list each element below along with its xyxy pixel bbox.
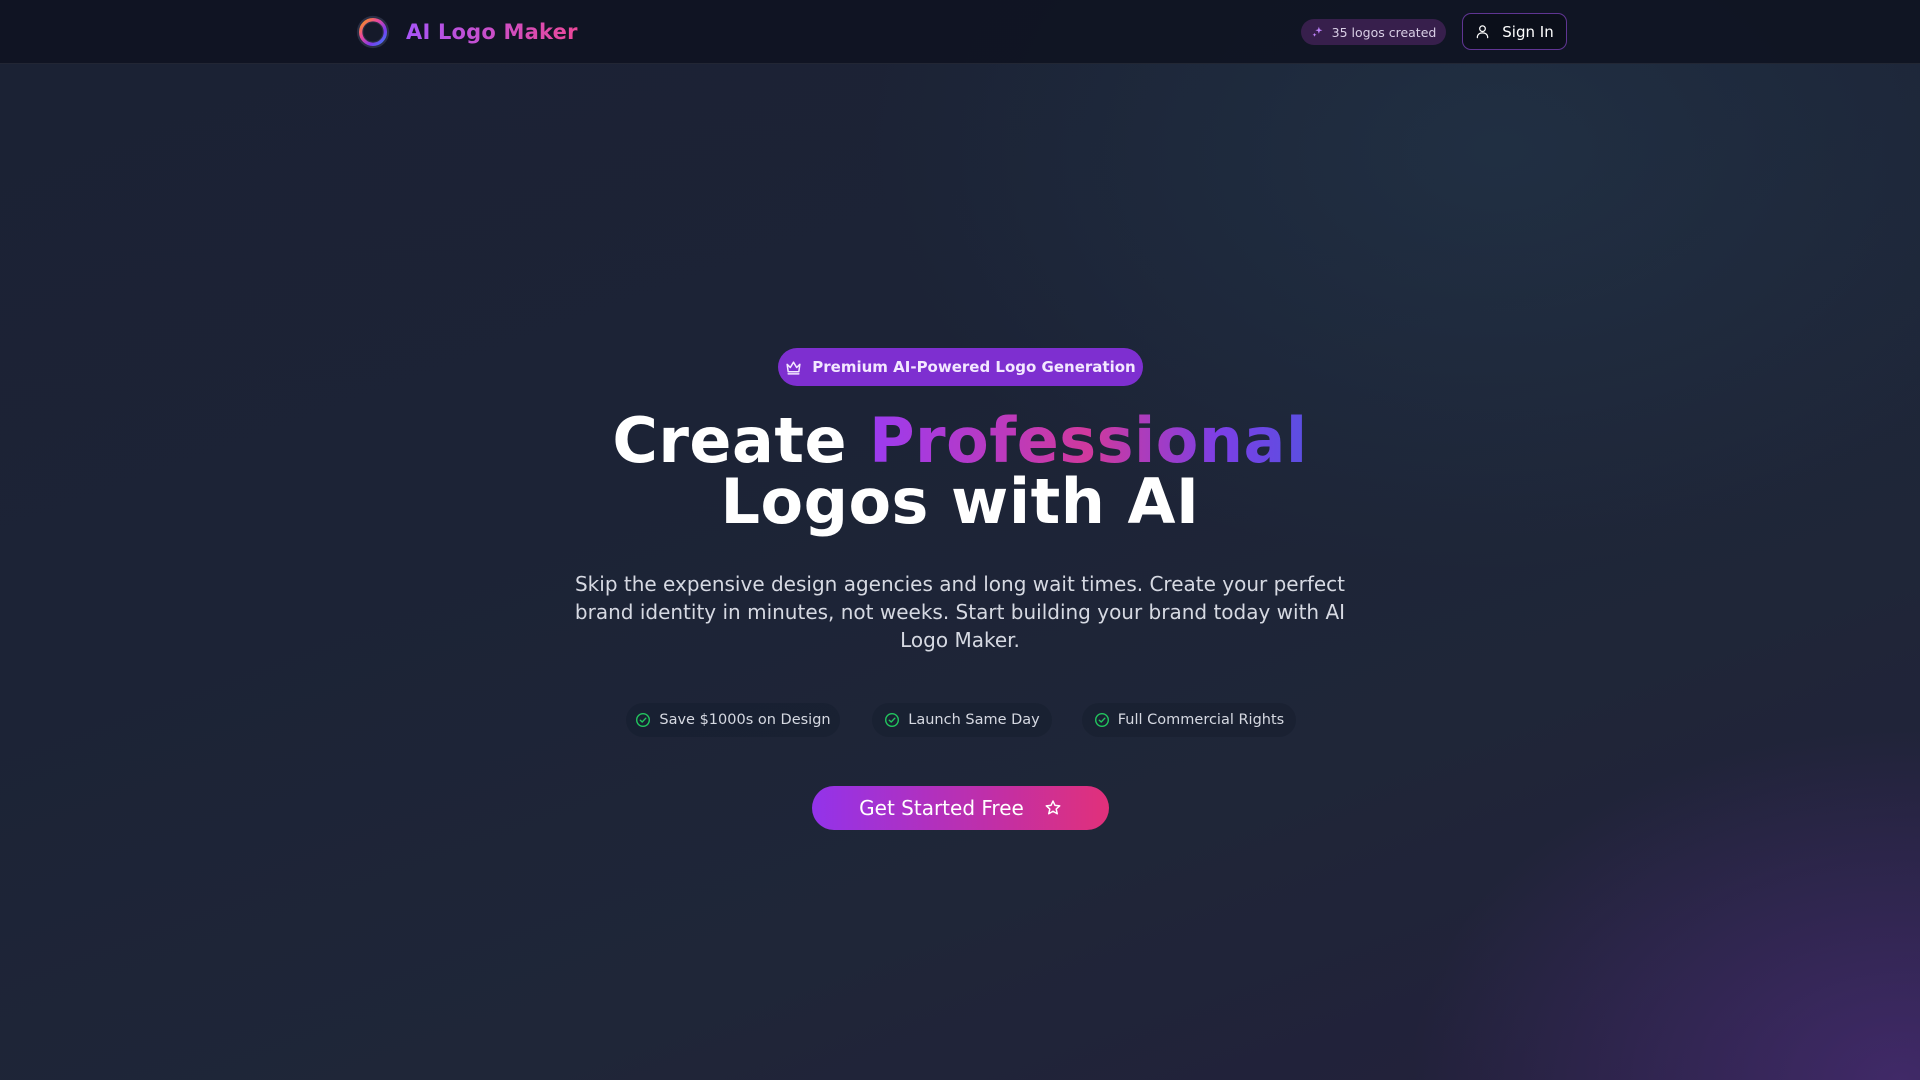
get-started-button[interactable]: Get Started Free <box>812 786 1109 830</box>
headline-line2: Logos with AI <box>720 465 1200 538</box>
check-circle-icon <box>636 712 651 728</box>
hero-headline: Create Professional Logos with AI <box>460 410 1460 533</box>
feature-item-launch: Launch Same Day <box>872 703 1052 737</box>
logos-created-badge: 35 logos created <box>1301 19 1446 45</box>
crown-icon <box>786 360 801 375</box>
feature-label: Save $1000s on Design <box>659 712 831 728</box>
premium-badge: Premium AI-Powered Logo Generation <box>778 348 1143 386</box>
brand[interactable]: AI Logo Maker <box>354 12 578 52</box>
star-icon <box>1045 800 1061 815</box>
sparkles-icon <box>1312 26 1323 37</box>
feature-label: Full Commercial Rights <box>1117 712 1285 728</box>
brand-name: AI Logo Maker <box>406 20 578 44</box>
logos-created-text: 35 logos created <box>1331 24 1437 40</box>
user-icon <box>1477 25 1489 39</box>
sign-in-button[interactable]: Sign In <box>1462 13 1567 50</box>
premium-badge-text: Premium AI-Powered Logo Generation <box>812 358 1136 376</box>
brand-logo-icon <box>356 15 390 49</box>
top-nav-bar: AI Logo Maker 35 logos created Sign In <box>0 0 1920 64</box>
sign-in-label: Sign In <box>1502 22 1554 41</box>
feature-list: Save $1000s on Design Launch Same Day Fu… <box>0 703 1920 737</box>
feature-item-rights: Full Commercial Rights <box>1082 703 1296 737</box>
hero-subtitle: Skip the expensive design agencies and l… <box>574 572 1346 652</box>
check-circle-icon <box>1094 712 1109 728</box>
feature-label: Launch Same Day <box>908 712 1040 728</box>
get-started-label: Get Started Free <box>859 796 1024 820</box>
check-circle-icon <box>885 712 900 728</box>
feature-item-save: Save $1000s on Design <box>626 703 840 737</box>
